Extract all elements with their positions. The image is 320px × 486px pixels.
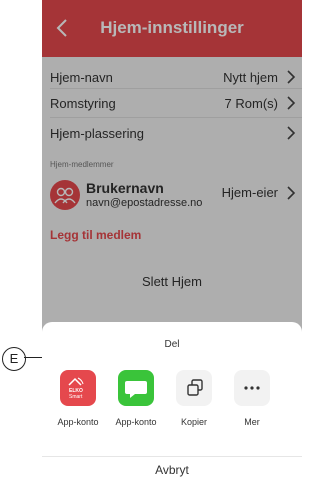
share-app-label: Mer — [244, 417, 260, 427]
share-more[interactable]: Mer — [228, 370, 276, 427]
share-app-label: App-konto — [115, 417, 157, 427]
share-copy[interactable]: Kopier — [170, 370, 218, 427]
ellipsis-icon — [244, 386, 260, 390]
share-app-label: Kopier — [180, 417, 207, 427]
divider — [42, 456, 302, 457]
share-app-messages[interactable]: App-konto — [112, 370, 160, 427]
more-icon — [234, 370, 270, 406]
copy-glyph-icon — [187, 379, 203, 396]
share-sheet-title: Del — [164, 339, 180, 350]
callout-line — [24, 357, 42, 358]
share-app-elko[interactable]: ELKO Smart App-konto — [54, 370, 102, 427]
cancel-button[interactable]: Avbryt — [42, 463, 302, 477]
phone-screen: Hjem-innstillinger Hjem-navn Nytt hjem R… — [42, 0, 302, 486]
share-sheet: Del ELKO Smart App-konto App-konto Kopie… — [42, 322, 302, 486]
speech-bubble-icon — [125, 381, 147, 398]
elko-smart-icon: ELKO Smart — [60, 370, 96, 406]
chat-icon — [118, 370, 154, 406]
callout-label: E — [2, 347, 26, 371]
elko-logo-icon: ELKO Smart — [68, 377, 84, 400]
svg-text:Smart: Smart — [69, 394, 83, 400]
share-app-label: App-konto — [57, 417, 99, 427]
copy-icon — [176, 370, 212, 406]
